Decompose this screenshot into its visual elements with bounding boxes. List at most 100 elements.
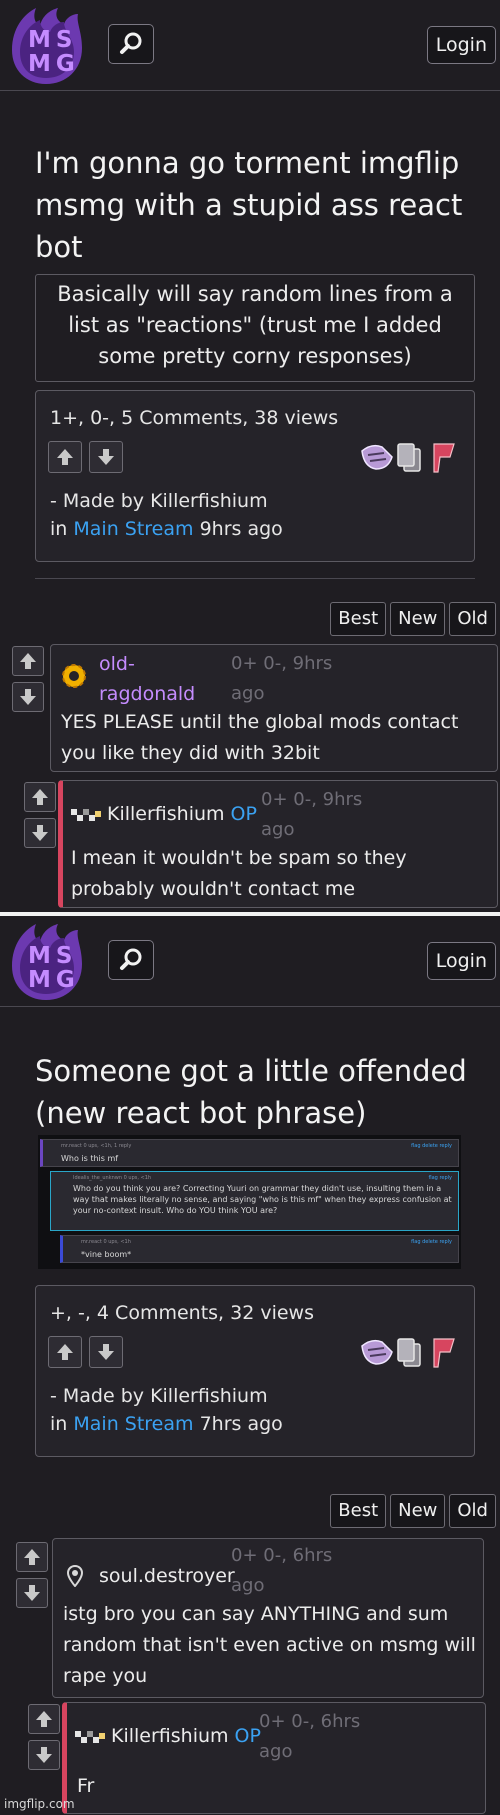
arrow-up-icon	[57, 1344, 73, 1360]
embedded-comment-links: flag delete reply	[411, 1239, 452, 1245]
search-button[interactable]	[108, 24, 154, 64]
downvote-button[interactable]	[89, 441, 124, 473]
embedded-comment-meta: mr.react 0 ups, <1h	[81, 1239, 131, 1245]
post-attribution: - Made by Killerfishium in Main Stream 7…	[50, 1382, 283, 1438]
embedded-comment-text: Who do you think you are? Correcting Yuu…	[73, 1184, 452, 1215]
username-text: Killerfishium	[111, 1725, 229, 1747]
comment-downvote-button[interactable]	[24, 818, 56, 848]
comment-upvote-button[interactable]	[28, 1704, 60, 1734]
made-by-text: - Made by Killerfishium	[50, 1385, 268, 1407]
comment-meta: 0+ 0-, 9hrs ago	[231, 653, 333, 704]
avatar	[61, 663, 87, 693]
arrow-down-icon	[98, 449, 115, 465]
post-time: 7hrs ago	[199, 1413, 283, 1435]
upvote-button[interactable]	[48, 441, 82, 473]
post-stats: +, -, 4 Comments, 32 views	[50, 1302, 314, 1324]
arrow-up-icon	[32, 789, 48, 805]
site-header: MS MG Login	[0, 0, 500, 91]
comment-meta: 0+ 0-, 6hrs ago	[231, 1545, 333, 1596]
search-button[interactable]	[108, 940, 154, 980]
comment-text: I mean it wouldn't be spam so they proba…	[71, 847, 407, 900]
comment-upvote-button[interactable]	[16, 1542, 48, 1572]
embedded-comment-text: *vine boom*	[81, 1250, 132, 1259]
copy-icon[interactable]	[397, 443, 421, 472]
comment-sort-row: Best New Old	[326, 1494, 496, 1528]
arrow-down-icon	[98, 1344, 115, 1360]
stream-link[interactable]: Main Stream	[73, 1413, 193, 1435]
embedded-comment-links: flag delete reply	[411, 1143, 452, 1149]
comment-meta: 0+ 0-, 9hrs ago	[261, 789, 363, 840]
in-label: in	[50, 518, 68, 540]
comment-reply: Killerfishium OP 0+ 0-, 6hrs ago Fr	[62, 1702, 486, 1814]
comment-downvote-button[interactable]	[12, 682, 44, 712]
login-button[interactable]: Login	[426, 26, 496, 64]
post-vote-row	[48, 1336, 125, 1368]
comment-username[interactable]: old-ragdonald	[99, 649, 209, 709]
share-icon[interactable]	[361, 1339, 393, 1365]
post-vote-row	[48, 441, 125, 473]
comment-username[interactable]: Killerfishium OP	[111, 1721, 261, 1751]
comment-meta: 0+ 0-, 6hrs ago	[259, 1711, 361, 1762]
divider	[35, 578, 475, 579]
comment-downvote-button[interactable]	[16, 1578, 48, 1608]
sort-old-button[interactable]: Old	[449, 1494, 496, 1528]
embedded-comment-meta: mr.react 0 ups, <1h, 1 reply	[61, 1143, 132, 1149]
arrow-down-icon	[24, 1585, 40, 1601]
msmg-logo[interactable]: MS MG	[6, 6, 86, 84]
arrow-down-icon	[36, 1747, 52, 1763]
logo-text: MS MG	[28, 943, 80, 993]
screenshot-panel-1: MS MG Login I'm gonna go torment imgflip…	[0, 0, 500, 912]
post-action-icons	[358, 441, 462, 479]
sort-best-button[interactable]: Best	[330, 1494, 387, 1528]
post-stats: 1+, 0-, 5 Comments, 38 views	[50, 407, 339, 429]
embedded-comment: mr.react 0 ups, <1h flag delete reply *v…	[60, 1235, 459, 1263]
embedded-comment-screenshot: mr.react 0 ups, <1h, 1 reply flag delete…	[38, 1135, 461, 1269]
arrow-down-icon	[32, 825, 48, 841]
comment-username[interactable]: soul.destroyer	[99, 1561, 235, 1591]
embedded-comment-text: Who is this mf	[61, 1154, 119, 1163]
comment-text: Fr	[77, 1775, 95, 1797]
comment: soul.destroyer 0+ 0-, 6hrs ago istg bro …	[52, 1538, 484, 1698]
comment-text: istg bro you can say ANYTHING and sum ra…	[63, 1603, 476, 1687]
sort-new-button[interactable]: New	[390, 1494, 446, 1528]
login-button[interactable]: Login	[426, 942, 496, 980]
avatar	[71, 807, 101, 827]
sort-old-button[interactable]: Old	[449, 602, 496, 636]
share-icon[interactable]	[361, 444, 393, 470]
sort-new-button[interactable]: New	[390, 602, 446, 636]
post-title: Someone got a little offended (new react…	[35, 1054, 467, 1130]
comment-username[interactable]: Killerfishium OP	[107, 799, 257, 829]
msmg-logo[interactable]: MS MG	[6, 922, 86, 1000]
post-title: I'm gonna go torment imgflip msmg with a…	[35, 146, 463, 264]
op-badge: OP	[230, 803, 257, 825]
op-badge: OP	[234, 1725, 261, 1747]
flag-icon[interactable]	[433, 1338, 455, 1368]
search-icon	[120, 948, 142, 970]
embedded-comment-meta: Idealis_the_unknwn 0 ups, <1h	[73, 1175, 152, 1181]
screenshot-panel-2: MS MG Login Someone got a little offende…	[0, 916, 500, 1815]
post-meta-box: 1+, 0-, 5 Comments, 38 views - Made by K…	[35, 390, 475, 562]
sort-best-button[interactable]: Best	[330, 602, 387, 636]
comment-upvote-button[interactable]	[12, 646, 44, 676]
embedded-comment: mr.react 0 ups, <1h, 1 reply flag delete…	[40, 1139, 459, 1167]
comment-reply: Killerfishium OP 0+ 0-, 9hrs ago I mean i…	[58, 780, 498, 908]
imgflip-watermark: imgflip.com	[4, 1797, 75, 1811]
upvote-button[interactable]	[48, 1336, 82, 1368]
location-pin-icon	[66, 1564, 84, 1591]
flag-icon[interactable]	[433, 443, 455, 473]
arrow-down-icon	[20, 689, 36, 705]
post-attribution: - Made by Killerfishium in Main Stream 9…	[50, 487, 283, 543]
arrow-up-icon	[36, 1711, 52, 1727]
arrow-up-icon	[20, 653, 36, 669]
comment-text: YES PLEASE until the global mods contact…	[61, 711, 459, 764]
arrow-up-icon	[57, 449, 73, 465]
made-by-text: - Made by Killerfishium	[50, 490, 268, 512]
search-icon	[120, 32, 142, 54]
site-header: MS MG Login	[0, 916, 500, 1007]
comment-downvote-button[interactable]	[28, 1740, 60, 1770]
downvote-button[interactable]	[89, 1336, 124, 1368]
embedded-comment-links: flag reply	[428, 1175, 452, 1181]
stream-link[interactable]: Main Stream	[73, 518, 193, 540]
comment-upvote-button[interactable]	[24, 782, 56, 812]
copy-icon[interactable]	[397, 1338, 421, 1367]
